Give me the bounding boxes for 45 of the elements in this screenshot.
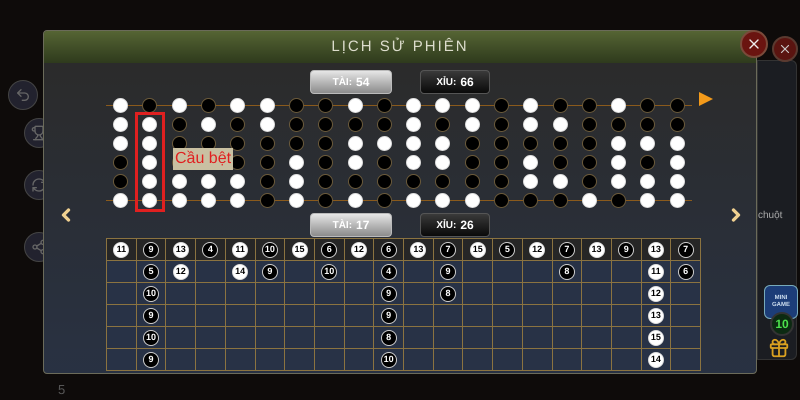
table-cell: [285, 327, 315, 349]
table-cell: [434, 327, 464, 349]
table-cell: [226, 305, 256, 327]
table-cell: [285, 283, 315, 305]
table-cell: [314, 327, 345, 349]
table-cell: [314, 305, 345, 327]
count-label: TÀI:: [332, 75, 352, 90]
table-cell: [196, 283, 226, 305]
table-cell: [285, 305, 315, 327]
table-cell: [256, 305, 286, 327]
side-icon[interactable]: [8, 80, 38, 110]
count-label: TÀI:: [332, 218, 352, 232]
table-cell: [582, 305, 612, 327]
close-button[interactable]: [772, 36, 798, 62]
table-cell: [582, 327, 612, 349]
close-icon: [778, 42, 792, 56]
table-cell: [522, 283, 552, 305]
table-cell: [493, 327, 523, 349]
count-value: 54: [356, 74, 370, 91]
count-label: XỈU:: [436, 218, 456, 232]
player-number: 5: [58, 381, 66, 399]
window-title: LỊCH SỬ PHIÊN: [331, 36, 469, 57]
table-cell: [493, 283, 523, 305]
table-cell: [552, 305, 582, 327]
table-cell: [552, 327, 582, 349]
arrow-icon: [699, 92, 713, 106]
count-value: 66: [460, 74, 474, 91]
undo-icon: [15, 87, 31, 103]
gift-icon: [768, 337, 790, 359]
table-cell: [493, 305, 523, 327]
table-cell: [196, 305, 226, 327]
table-cell: [582, 283, 612, 305]
side-text: chuột: [758, 209, 782, 223]
count-value: 17: [356, 217, 370, 234]
table-cell: [226, 327, 256, 349]
count-value: 26: [460, 217, 474, 234]
table-cell: [256, 327, 286, 349]
annotation-label: Cầu bệt: [173, 148, 234, 170]
count-label: XỈU:: [436, 75, 456, 90]
table-cell: [522, 305, 552, 327]
table-cell: [463, 305, 494, 327]
table-cell: [463, 327, 494, 349]
close-button[interactable]: [740, 30, 768, 58]
table-cell: [522, 327, 552, 349]
table-cell: [196, 327, 226, 349]
